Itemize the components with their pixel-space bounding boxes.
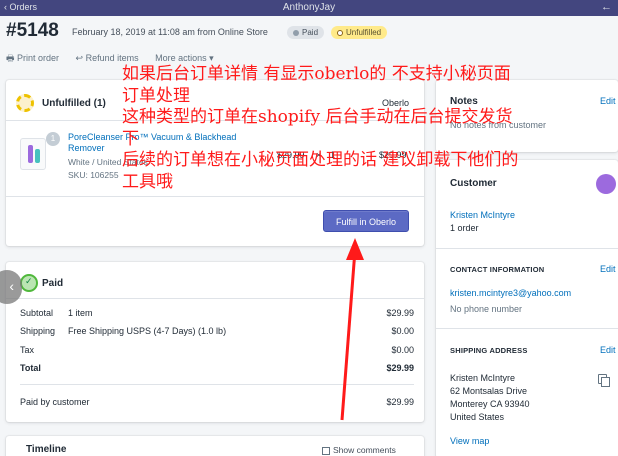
annotation-line: 如果后台订单详情 有显示oberlo的 不支持小秘页面 xyxy=(122,64,511,84)
annotation-line: 工具哦 xyxy=(122,171,173,192)
annotation-line: 后续的订单想在小秘页面处理的话 建议卸载下他们的 xyxy=(122,150,519,170)
annotation-line: 下 xyxy=(122,128,139,149)
arrow-shaft xyxy=(340,249,357,421)
arrow-head xyxy=(346,238,364,260)
annotation-line: 订单处理 xyxy=(122,85,190,106)
annotation-line: 这种类型的订单在shopify 后台手动在后台提交发货 xyxy=(122,107,513,127)
annotation-text: 如果后台订单详情 有显示oberlo的 不支持小秘页面 订单处理 这种类型的订单… xyxy=(122,64,618,193)
